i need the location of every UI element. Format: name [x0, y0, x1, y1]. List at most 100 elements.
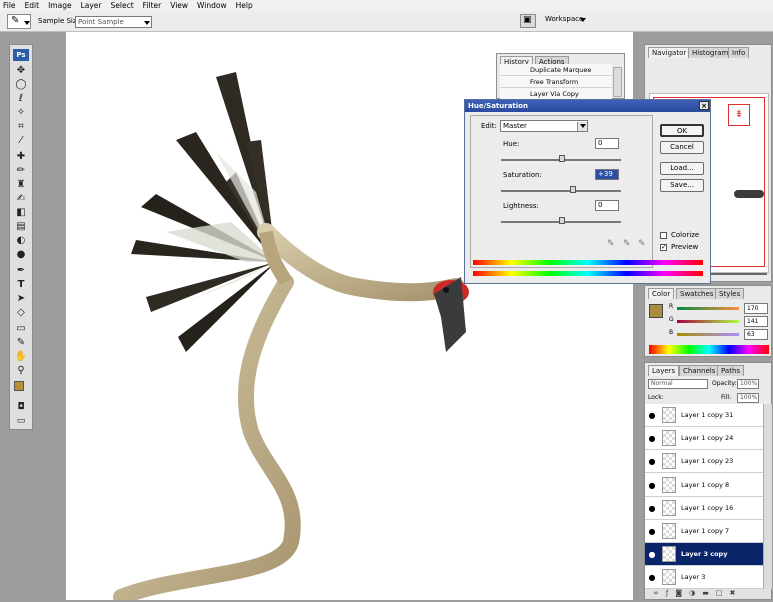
- palette-well-button[interactable]: ▣: [520, 14, 536, 28]
- fill-field[interactable]: 100%: [737, 393, 759, 403]
- dodge-tool-icon[interactable]: ●: [13, 249, 29, 261]
- lasso-tool-icon[interactable]: ℓ: [13, 93, 29, 105]
- slice-tool-icon[interactable]: ⁄: [13, 135, 29, 147]
- lightness-slider[interactable]: [501, 217, 621, 224]
- tab-styles[interactable]: Styles: [715, 288, 745, 299]
- load-button[interactable]: Load...: [660, 162, 704, 175]
- menu-filter[interactable]: Filter: [143, 1, 162, 10]
- visibility-eye-icon[interactable]: ●: [645, 497, 659, 520]
- layer-row[interactable]: ● Layer 1 copy 8: [645, 473, 763, 497]
- layer-row[interactable]: ● Layer 1 copy 23: [645, 450, 763, 474]
- tab-navigator[interactable]: Navigator: [648, 47, 691, 58]
- visibility-eye-icon[interactable]: ●: [645, 566, 659, 589]
- shape-tool-icon[interactable]: ◇: [13, 307, 29, 319]
- hue-input[interactable]: 0: [595, 138, 619, 149]
- tool-preset-picker[interactable]: ✎: [7, 14, 31, 29]
- b-value[interactable]: 63: [744, 329, 768, 340]
- r-slider[interactable]: [677, 307, 739, 310]
- menu-file[interactable]: File: [3, 1, 16, 10]
- visibility-eye-icon[interactable]: ●: [645, 427, 659, 450]
- move-tool-icon[interactable]: ✥: [13, 65, 29, 77]
- layer-mask-icon[interactable]: ◙: [675, 589, 682, 599]
- close-icon[interactable]: ×: [699, 101, 709, 110]
- menu-edit[interactable]: Edit: [25, 1, 40, 10]
- preview-checkbox[interactable]: ✓: [660, 244, 667, 251]
- layer-row[interactable]: ● Layer 3 copy: [645, 543, 763, 567]
- saturation-slider-thumb[interactable]: [570, 186, 577, 193]
- quick-mask-icon[interactable]: ◘: [13, 401, 29, 413]
- menu-select[interactable]: Select: [111, 1, 134, 10]
- layer-row[interactable]: ● Layer 1 copy 24: [645, 427, 763, 451]
- screen-mode-icon[interactable]: ▭: [13, 415, 29, 427]
- adjustment-layer-icon[interactable]: ◑: [689, 589, 695, 599]
- hue-slider[interactable]: [501, 155, 621, 162]
- brush-tool-icon[interactable]: ✏: [13, 165, 29, 177]
- eyedropper-tool-icon[interactable]: ✎: [13, 337, 29, 349]
- b-slider[interactable]: [677, 333, 739, 336]
- colorize-checkbox[interactable]: [660, 232, 667, 239]
- visibility-eye-icon[interactable]: ●: [645, 543, 659, 566]
- pen-tool-icon[interactable]: ✒: [13, 265, 29, 277]
- tab-channels[interactable]: Channels: [679, 365, 720, 376]
- g-slider[interactable]: [677, 320, 739, 323]
- lightness-input[interactable]: 0: [595, 200, 619, 211]
- history-item[interactable]: Free Transform: [500, 76, 612, 88]
- zoom-slider[interactable]: [711, 273, 767, 275]
- hue-slider-thumb[interactable]: [559, 155, 565, 162]
- edit-channel-select[interactable]: Master: [500, 120, 588, 132]
- g-value[interactable]: 141: [744, 316, 768, 327]
- blur-tool-icon[interactable]: ◐: [13, 235, 29, 247]
- delete-layer-icon[interactable]: ✖: [729, 589, 735, 599]
- tab-info[interactable]: Info: [728, 47, 750, 58]
- save-button[interactable]: Save...: [660, 179, 704, 192]
- tab-swatches[interactable]: Swatches: [676, 288, 718, 299]
- tab-color[interactable]: Color: [648, 288, 675, 299]
- eyedropper-plus-icon[interactable]: ✎: [623, 239, 631, 249]
- clone-stamp-icon[interactable]: ♜: [13, 179, 29, 191]
- menu-view[interactable]: View: [170, 1, 188, 10]
- cancel-button[interactable]: Cancel: [660, 141, 704, 154]
- eyedropper-icon[interactable]: ✎: [607, 239, 615, 249]
- hand-tool-icon[interactable]: ✋: [13, 351, 29, 363]
- menu-layer[interactable]: Layer: [81, 1, 102, 10]
- visibility-eye-icon[interactable]: ●: [645, 450, 659, 473]
- layer-row[interactable]: ● Layer 1 copy 31: [645, 404, 763, 427]
- crop-tool-icon[interactable]: ⌗: [13, 121, 29, 133]
- visibility-eye-icon[interactable]: ●: [645, 404, 659, 427]
- zoom-tool-icon[interactable]: ⚲: [13, 365, 29, 377]
- blend-mode-select[interactable]: Normal: [648, 379, 708, 389]
- sample-size-select[interactable]: Point Sample: [75, 16, 152, 28]
- eyedropper-minus-icon[interactable]: ✎: [638, 239, 646, 249]
- lightness-slider-thumb[interactable]: [559, 217, 565, 224]
- marquee-tool-icon[interactable]: ◯: [13, 79, 29, 91]
- magic-wand-tool-icon[interactable]: ✧: [13, 107, 29, 119]
- gradient-tool-icon[interactable]: ▤: [13, 221, 29, 233]
- foreground-color-swatch[interactable]: [14, 381, 24, 391]
- layers-scrollbar[interactable]: [763, 404, 772, 589]
- healing-brush-icon[interactable]: ✚: [13, 151, 29, 163]
- menu-window[interactable]: Window: [197, 1, 227, 10]
- notes-tool-icon[interactable]: ▭: [13, 323, 29, 335]
- path-selection-icon[interactable]: ➤: [13, 293, 29, 305]
- history-brush-icon[interactable]: ✍: [13, 193, 29, 205]
- layer-row[interactable]: ● Layer 1 copy 7: [645, 520, 763, 543]
- history-scrollbar[interactable]: [613, 67, 622, 97]
- saturation-slider[interactable]: [501, 186, 621, 193]
- saturation-input[interactable]: +39: [595, 169, 619, 180]
- ok-button[interactable]: OK: [660, 124, 704, 137]
- visibility-eye-icon[interactable]: ●: [645, 520, 659, 543]
- tab-paths[interactable]: Paths: [717, 365, 745, 376]
- layer-style-icon[interactable]: ƒ: [666, 589, 668, 599]
- new-group-icon[interactable]: ▬: [702, 589, 709, 599]
- tab-histogram[interactable]: Histogram: [688, 47, 733, 58]
- link-layers-icon[interactable]: ∞: [653, 589, 659, 599]
- opacity-field[interactable]: 100%: [737, 379, 759, 389]
- visibility-eye-icon[interactable]: ●: [645, 474, 659, 497]
- edit-select-button[interactable]: [577, 122, 587, 131]
- menu-help[interactable]: Help: [236, 1, 253, 10]
- type-tool-icon[interactable]: T: [13, 279, 29, 291]
- layer-row[interactable]: ● Layer 1 copy 16: [645, 496, 763, 520]
- workspace-button[interactable]: Workspace: [545, 15, 591, 27]
- tab-layers[interactable]: Layers: [648, 365, 680, 376]
- history-item[interactable]: Duplicate Marquee: [500, 64, 612, 76]
